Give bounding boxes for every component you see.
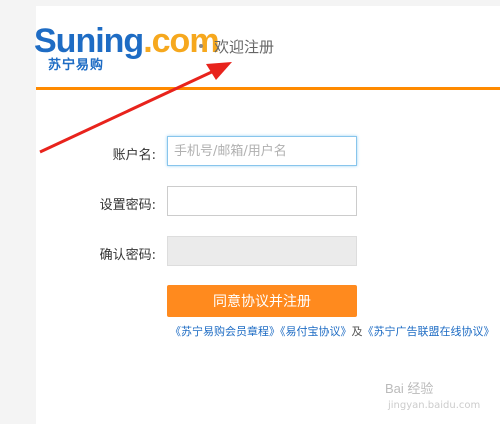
ad-alliance-agreement-link[interactable]: 《苏宁广告联盟在线协议》 bbox=[363, 325, 495, 338]
confirm-password-input[interactable] bbox=[167, 236, 357, 266]
separator-dot bbox=[199, 44, 203, 48]
account-label: 账户名: bbox=[112, 148, 156, 163]
agreements-connector: 及 bbox=[351, 325, 363, 338]
header: Suning.com 苏宁易购 欢迎注册 bbox=[34, 6, 500, 86]
member-charter-link[interactable]: 《苏宁易购会员章程》 bbox=[170, 325, 280, 338]
page-title: 欢迎注册 bbox=[214, 38, 275, 56]
account-input[interactable] bbox=[167, 136, 357, 166]
password-input[interactable] bbox=[167, 186, 357, 216]
confirm-password-label: 确认密码: bbox=[99, 248, 156, 263]
header-divider bbox=[36, 87, 500, 90]
logo-text-accent: .com bbox=[143, 22, 219, 60]
agree-and-register-button[interactable]: 同意协议并注册 bbox=[167, 285, 357, 317]
password-label: 设置密码: bbox=[99, 198, 156, 213]
suning-logo[interactable]: Suning.com bbox=[34, 22, 220, 60]
yifubao-agreement-link[interactable]: 《易付宝协议》 bbox=[280, 325, 352, 338]
baidu-watermark: Bai 经验 bbox=[385, 381, 434, 396]
agreements-text: 《苏宁易购会员章程》《易付宝协议》及《苏宁广告联盟在线协议》 bbox=[170, 323, 495, 339]
logo-subtitle: 苏宁易购 bbox=[48, 58, 105, 73]
baidu-watermark-url: jingyan.baidu.com bbox=[388, 400, 481, 411]
